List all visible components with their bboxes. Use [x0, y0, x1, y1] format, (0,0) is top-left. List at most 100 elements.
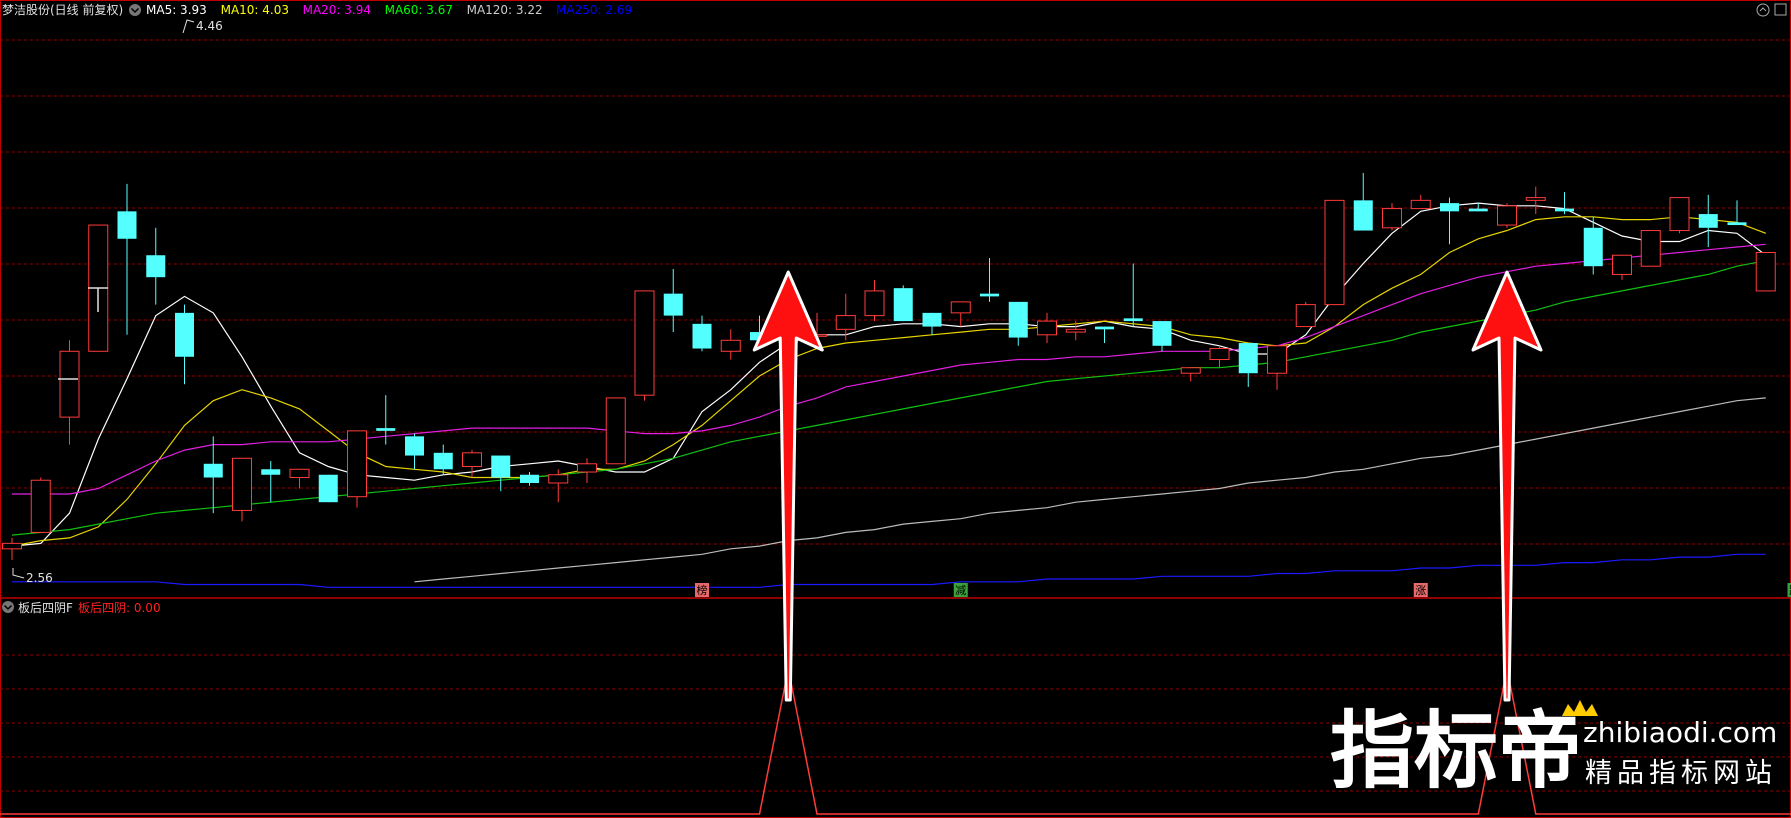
candle: [1209, 345, 1230, 368]
candle-body: [30, 479, 51, 533]
ma-legend-item: MA250: 2.69: [556, 3, 632, 17]
candle: [1008, 301, 1028, 346]
candle: [922, 312, 942, 335]
candle-body: [1238, 343, 1258, 374]
candle: [1353, 172, 1373, 231]
candle: [491, 455, 511, 492]
candle: [1669, 197, 1690, 234]
candle: [1152, 321, 1172, 352]
candle-body: [1353, 200, 1373, 231]
candle-body: [462, 452, 482, 468]
arrow-icon: [1471, 270, 1543, 702]
low-pointer: [12, 568, 25, 579]
maximize-icon[interactable]: [1774, 3, 1787, 16]
candle: [1525, 186, 1546, 215]
candle: [203, 436, 223, 514]
sub-panel-header: 板后四阴F 板后四阴: 0.00: [2, 601, 161, 615]
candle-body: [950, 301, 971, 314]
candle-body: [1583, 227, 1603, 267]
ma-legend-item: MA10: 4.03: [221, 3, 289, 17]
candle-body: [433, 452, 453, 470]
ma-legend-item: MA60: 3.67: [385, 3, 453, 17]
event-marker: 榜: [695, 583, 709, 597]
candle-body: [980, 293, 999, 297]
candle-body: [720, 339, 741, 352]
candle-body: [1382, 208, 1402, 229]
candle-body: [2, 542, 22, 550]
candle-body: [922, 312, 942, 327]
candle: [146, 227, 166, 305]
candle: [30, 477, 51, 533]
candle-body: [117, 211, 137, 239]
ma-legend-item: MA20: 3.94: [303, 3, 371, 17]
candle: [692, 315, 712, 352]
event-marker: 跌: [1787, 583, 1791, 597]
candle-body: [1095, 326, 1114, 330]
sub-indicator-value: 板后四阴: 0.00: [78, 601, 161, 615]
candle: [1267, 345, 1287, 390]
candle-body: [347, 430, 367, 498]
candle-body: [520, 474, 539, 483]
high-pointer: [182, 19, 195, 34]
candle-body: [1209, 348, 1230, 361]
candle-body: [175, 312, 194, 357]
candle-body: [577, 463, 597, 473]
candle-body: [376, 428, 396, 431]
candle-body: [1640, 230, 1661, 267]
candle-body: [59, 350, 80, 418]
candle-body: [1267, 345, 1287, 374]
stock-title: 梦洁股份(日线 前复权): [2, 2, 123, 17]
candle-body: [1123, 318, 1143, 322]
ma-legend: MA5: 3.93 MA10: 4.03 MA20: 3.94 MA60: 3.67 M…: [146, 3, 632, 17]
candle-body: [1755, 251, 1776, 292]
candle: [893, 285, 913, 322]
sub-dropdown-icon[interactable]: [2, 601, 14, 613]
candle-body: [1612, 254, 1632, 275]
watermark-tagline: 精品指标网站: [1585, 758, 1777, 789]
candle-body: [634, 290, 655, 396]
candle-body: [1525, 197, 1546, 201]
candle-body: [261, 469, 281, 475]
window-controls: [1756, 3, 1787, 17]
candle-body: [692, 323, 712, 349]
candle: [347, 430, 367, 508]
event-marker-label: 涨: [1415, 584, 1426, 597]
candle: [59, 340, 80, 445]
high-price-label: 4.46: [196, 19, 223, 33]
candle: [1640, 230, 1661, 267]
candle: [864, 279, 885, 322]
candle: [117, 183, 137, 335]
candle: [1440, 197, 1459, 245]
candle: [663, 268, 683, 333]
candle-body: [1410, 199, 1431, 210]
candle: [289, 468, 310, 489]
chart-header: 梦洁股份(日线 前复权) MA5: 3.93 MA10: 4.03 MA20: 3.…: [2, 2, 1787, 17]
candle: [1037, 312, 1057, 344]
candle-body: [1152, 321, 1172, 346]
candle-body: [1698, 214, 1718, 228]
candle: [433, 444, 453, 475]
candle: [1095, 326, 1114, 344]
candle-body: [1065, 328, 1086, 333]
candle-body: [1468, 208, 1488, 212]
candle-body: [1555, 208, 1574, 212]
candle-body: [835, 315, 856, 330]
candle: [634, 290, 655, 401]
candle-body: [893, 288, 913, 322]
candle-body: [289, 468, 310, 478]
candle: [1180, 367, 1201, 382]
candle-body: [1008, 301, 1028, 338]
event-marker: 涨: [1413, 583, 1428, 597]
candle: [1555, 192, 1574, 215]
candle: [1612, 254, 1632, 280]
dropdown-icon[interactable]: [129, 4, 141, 16]
candle: [1123, 263, 1143, 327]
candle-body: [663, 293, 683, 316]
event-marker-label: 减: [955, 584, 966, 597]
collapse-icon[interactable]: [1756, 3, 1770, 17]
candle-body: [605, 397, 626, 465]
candle-body: [1497, 205, 1517, 226]
candle-body: [491, 455, 511, 478]
candle: [1295, 301, 1316, 328]
event-marker-label: 榜: [697, 583, 708, 597]
